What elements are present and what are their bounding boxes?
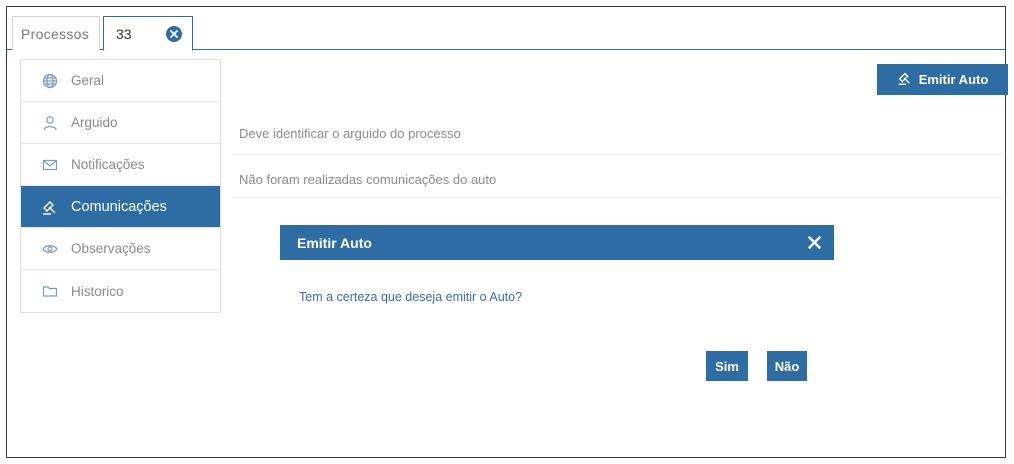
sidebar-item-geral[interactable]: Geral — [21, 60, 220, 102]
eye-icon — [41, 240, 59, 258]
dialog-question: Tem a certeza que deseja emitir o Auto? — [299, 290, 523, 304]
tab-strip: Processos 33 — [7, 7, 1005, 51]
sidebar-item-label: Arguido — [71, 115, 118, 130]
gavel-icon — [41, 198, 59, 216]
close-icon[interactable] — [806, 235, 822, 251]
sidebar-item-comunicacoes[interactable]: Comunicações — [21, 186, 220, 228]
sidebar-item-label: Geral — [71, 73, 105, 88]
dialog-header: Emitir Auto — [280, 225, 834, 260]
sidebar-item-observacoes[interactable]: Observações — [21, 228, 220, 270]
tab-processos-label: Processos — [21, 25, 90, 42]
globe-icon — [41, 72, 59, 90]
sidebar-item-label: Notificações — [71, 157, 145, 172]
envelope-icon — [41, 156, 59, 174]
sidebar-item-label: Observações — [71, 241, 151, 256]
close-tab-icon[interactable] — [166, 25, 182, 42]
user-icon — [41, 114, 59, 132]
sidebar-nav: Geral Arguido Notificações Comunicações … — [20, 59, 221, 313]
divider — [232, 154, 1002, 155]
sidebar-item-label: Comunicações — [71, 198, 167, 215]
app-window: Processos 33 Geral Arguido Notificações … — [6, 6, 1008, 458]
sidebar-item-notificacoes[interactable]: Notificações — [21, 144, 220, 186]
confirm-yes-button[interactable]: Sim — [706, 351, 748, 381]
emitir-auto-button[interactable]: Emitir Auto — [877, 64, 1008, 95]
gavel-icon — [897, 70, 913, 89]
tab-process-33-label: 33 — [116, 25, 132, 42]
folder-icon — [41, 282, 59, 300]
sidebar-item-historico[interactable]: Historico — [21, 270, 220, 312]
confirm-no-button[interactable]: Não — [767, 351, 807, 381]
emitir-auto-label: Emitir Auto — [918, 72, 989, 87]
sidebar-item-arguido[interactable]: Arguido — [21, 102, 220, 144]
comunicacoes-empty-text: Não foram realizadas comunicações do aut… — [239, 172, 497, 187]
sidebar-item-label: Historico — [71, 283, 124, 299]
arguido-warning-text: Deve identificar o arguido do processo — [239, 126, 461, 141]
divider — [232, 197, 1002, 198]
dialog-title: Emitir Auto — [297, 234, 372, 251]
tab-processos[interactable]: Processos — [12, 16, 100, 50]
tab-process-33[interactable]: 33 — [103, 16, 193, 51]
